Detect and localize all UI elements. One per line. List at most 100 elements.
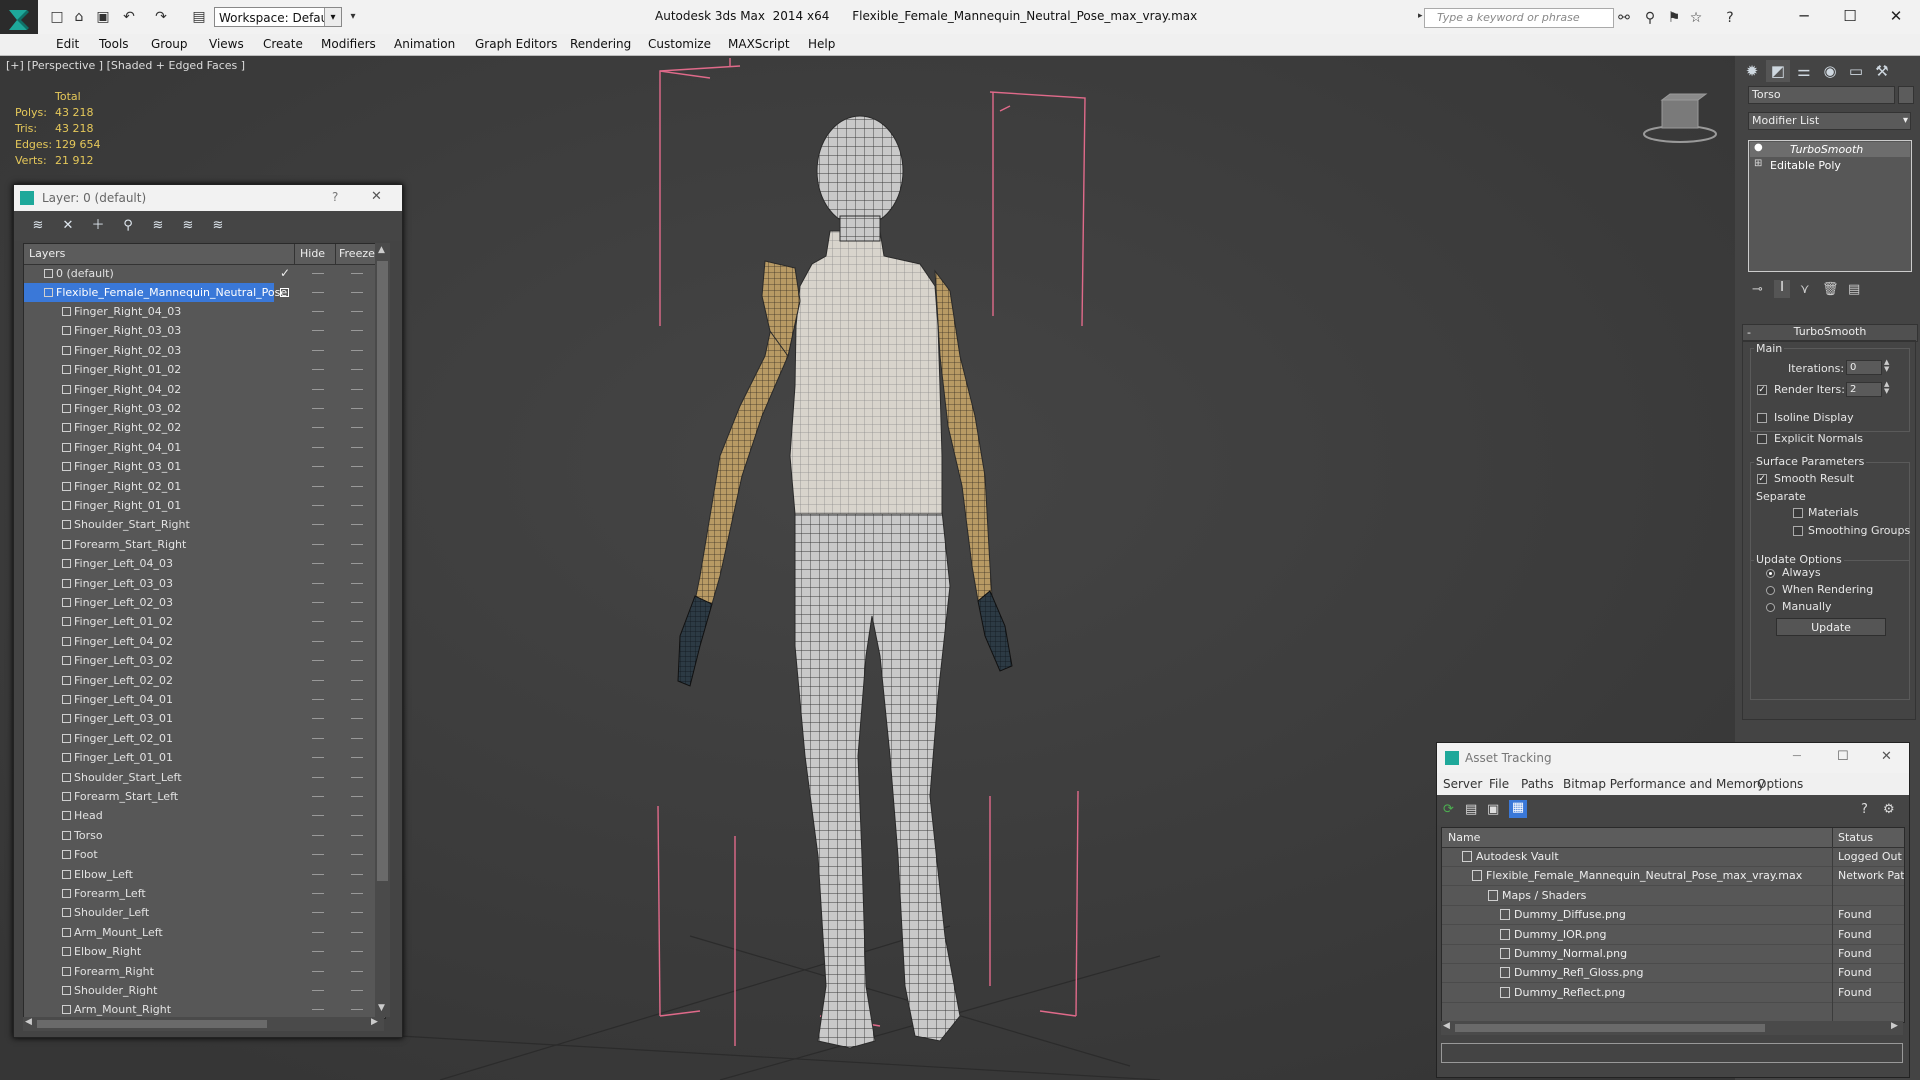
redo-icon[interactable]: ↷ bbox=[152, 8, 170, 26]
hide-toggle[interactable] bbox=[312, 679, 324, 681]
render-iters-checkbox[interactable]: ✓ bbox=[1757, 385, 1767, 395]
column-hide[interactable]: Hide bbox=[300, 247, 325, 260]
configure-sets-icon[interactable]: ▤ bbox=[1848, 282, 1860, 297]
thumbnail-view-icon[interactable]: ▣ bbox=[1487, 802, 1499, 817]
layer-object-row[interactable]: Finger_Left_03_03 bbox=[24, 574, 374, 593]
freeze-toggle[interactable] bbox=[351, 796, 363, 797]
freeze-toggle[interactable] bbox=[351, 873, 363, 875]
freeze-toggle[interactable] bbox=[351, 757, 363, 759]
spinner-arrows-icon[interactable]: ▲ ▼ bbox=[1884, 381, 1889, 395]
asset-table[interactable]: Name Status Autodesk Vault Logged Out Flex… bbox=[1441, 827, 1905, 1023]
project-folder-icon[interactable]: ▤ bbox=[190, 8, 208, 26]
layer-object-row[interactable]: Finger_Right_03_02 bbox=[24, 399, 374, 418]
layer-object-row[interactable]: Finger_Left_03_01 bbox=[24, 709, 374, 728]
modifier-stack[interactable]: ● TurboSmooth ⊞ Editable Poly bbox=[1748, 140, 1912, 272]
layer-object-row[interactable]: Finger_Left_04_02 bbox=[24, 632, 374, 651]
menu-tools[interactable]: Tools bbox=[99, 37, 129, 51]
select-objects-icon[interactable]: ⚲ bbox=[118, 217, 138, 235]
menu-maxscript[interactable]: MAXScript bbox=[728, 37, 790, 51]
hide-toggle[interactable] bbox=[312, 349, 324, 351]
always-radio[interactable] bbox=[1766, 569, 1775, 578]
minimize-icon[interactable]: ─ bbox=[1793, 749, 1801, 764]
hierarchy-tab-icon[interactable]: ⚌ bbox=[1792, 60, 1816, 82]
communication-icon[interactable]: ⚑ bbox=[1664, 8, 1684, 28]
layer-object-row[interactable]: Shoulder_Left bbox=[24, 903, 374, 922]
asset-row[interactable]: Dummy_Normal.png Found bbox=[1442, 944, 1904, 964]
layer-list-horizontal-scrollbar[interactable]: ◀ ▶ bbox=[23, 1017, 384, 1031]
layer-object-row[interactable]: Forearm_Start_Left bbox=[24, 787, 374, 806]
smooth-result-checkbox[interactable]: ✓ bbox=[1757, 474, 1767, 484]
hide-toggle[interactable] bbox=[312, 854, 324, 856]
hide-toggle[interactable] bbox=[312, 1009, 324, 1011]
freeze-toggle[interactable] bbox=[351, 388, 363, 390]
freeze-toggle[interactable] bbox=[351, 408, 363, 409]
show-end-result-icon[interactable]: Ⅰ bbox=[1774, 280, 1790, 298]
maximize-icon[interactable]: ☐ bbox=[1837, 749, 1849, 764]
stack-item-editable-poly[interactable]: ⊞ Editable Poly bbox=[1750, 158, 1910, 173]
menu-animation[interactable]: Animation bbox=[394, 37, 455, 51]
scroll-right-icon[interactable]: ▶ bbox=[371, 1017, 378, 1027]
highlight-layer-icon[interactable]: ≋ bbox=[148, 217, 168, 235]
hide-toggle[interactable] bbox=[312, 427, 324, 429]
freeze-toggle[interactable] bbox=[351, 621, 363, 623]
freeze-toggle[interactable] bbox=[351, 893, 363, 894]
asset-row[interactable]: Autodesk Vault Logged Out bbox=[1442, 847, 1904, 867]
hide-toggle[interactable] bbox=[312, 660, 324, 662]
help-icon[interactable]: ? bbox=[332, 190, 338, 204]
freeze-toggle[interactable] bbox=[351, 524, 363, 526]
layer-object-row[interactable]: Elbow_Right bbox=[24, 942, 374, 961]
layer-object-row[interactable]: Finger_Right_01_02 bbox=[24, 360, 374, 379]
asset-menu-file[interactable]: File bbox=[1489, 777, 1509, 791]
layer-object-row[interactable]: Finger_Right_01_01 bbox=[24, 496, 374, 515]
freeze-toggle[interactable] bbox=[351, 951, 363, 953]
iterations-spinner[interactable]: 0 bbox=[1846, 360, 1882, 375]
modify-tab-icon[interactable]: ◩ bbox=[1766, 60, 1790, 82]
minimize-button[interactable]: ─ bbox=[1782, 4, 1826, 28]
freeze-toggle[interactable] bbox=[351, 854, 363, 856]
freeze-toggle[interactable] bbox=[351, 640, 363, 642]
open-file-icon[interactable]: ⌂ bbox=[70, 8, 88, 26]
layer-object-row[interactable]: Arm_Mount_Left bbox=[24, 923, 374, 942]
layer-object-row[interactable]: Shoulder_Right bbox=[24, 981, 374, 1000]
help-icon[interactable]: ? bbox=[1861, 802, 1868, 817]
key-icon[interactable]: ⚲ bbox=[1640, 8, 1660, 28]
layer-object-row[interactable]: Finger_Right_02_01 bbox=[24, 477, 374, 496]
hide-toggle[interactable] bbox=[312, 990, 324, 991]
hide-toggle[interactable] bbox=[312, 311, 324, 312]
hide-toggle[interactable] bbox=[312, 621, 324, 623]
save-file-icon[interactable]: ▣ bbox=[94, 8, 112, 26]
layer-object-row[interactable]: Finger_Right_04_02 bbox=[24, 380, 374, 399]
hide-toggle[interactable] bbox=[312, 951, 324, 953]
column-name[interactable]: Name bbox=[1448, 831, 1480, 844]
layer-object-row[interactable]: Finger_Left_01_02 bbox=[24, 612, 374, 631]
hide-toggle[interactable] bbox=[312, 873, 324, 875]
scroll-up-icon[interactable]: ▲ bbox=[378, 245, 385, 255]
freeze-all-layers-icon[interactable]: ≋ bbox=[208, 217, 228, 235]
hide-toggle[interactable] bbox=[312, 543, 324, 545]
search-input[interactable]: Type a keyword or phrase bbox=[1424, 8, 1614, 28]
menu-views[interactable]: Views bbox=[209, 37, 244, 51]
make-active-layer-icon[interactable] bbox=[280, 288, 289, 297]
motion-tab-icon[interactable]: ◉ bbox=[1818, 60, 1842, 82]
scroll-right-icon[interactable]: ▶ bbox=[1891, 1021, 1898, 1031]
asset-row[interactable]: Dummy_Diffuse.png Found bbox=[1442, 905, 1904, 926]
hide-toggle[interactable] bbox=[312, 563, 324, 565]
stack-item-turbosmooth[interactable]: ● TurboSmooth bbox=[1750, 142, 1910, 157]
asset-dialog-titlebar[interactable]: Asset Tracking ─ ☐ ✕ bbox=[1437, 743, 1909, 773]
isoline-display-checkbox[interactable] bbox=[1757, 413, 1767, 423]
layer-object-row[interactable]: Finger_Left_03_02 bbox=[24, 651, 374, 670]
freeze-toggle[interactable] bbox=[351, 679, 363, 681]
hide-toggle[interactable] bbox=[312, 369, 324, 371]
hide-toggle[interactable] bbox=[312, 796, 324, 797]
display-tab-icon[interactable]: ▭ bbox=[1844, 60, 1868, 82]
freeze-toggle[interactable] bbox=[351, 912, 363, 914]
layer-object-row[interactable]: Finger_Right_03_01 bbox=[24, 457, 374, 476]
hide-toggle[interactable] bbox=[312, 524, 324, 526]
hide-toggle[interactable] bbox=[312, 602, 324, 603]
layer-object-row[interactable]: Finger_Left_04_01 bbox=[24, 690, 374, 709]
freeze-toggle[interactable] bbox=[351, 776, 363, 778]
freeze-toggle[interactable] bbox=[351, 427, 363, 429]
favorites-star-icon[interactable]: ☆ bbox=[1686, 8, 1706, 28]
asset-row[interactable]: Dummy_IOR.png Found bbox=[1442, 925, 1904, 945]
scroll-left-icon[interactable]: ◀ bbox=[1443, 1021, 1450, 1031]
